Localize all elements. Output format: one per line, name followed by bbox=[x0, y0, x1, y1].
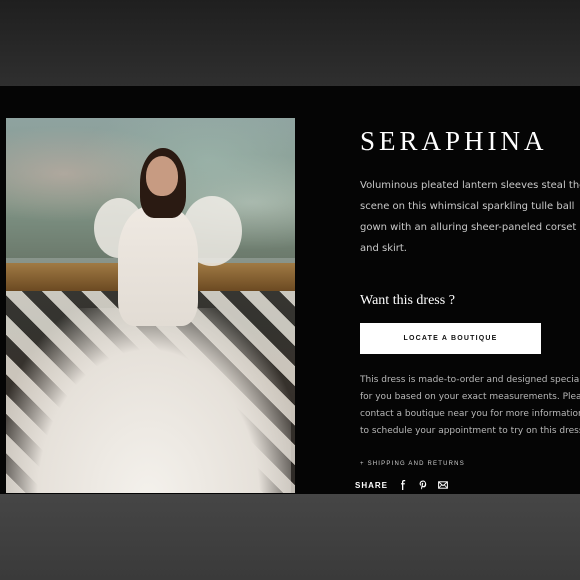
cta-prompt: Want this dress ? bbox=[360, 293, 455, 308]
shipping-returns-link[interactable]: + SHIPPING AND RETURNS bbox=[360, 461, 465, 467]
description-line: and skirt. bbox=[360, 243, 407, 254]
note-line: to schedule your appointment to try on t… bbox=[360, 426, 580, 436]
email-icon[interactable] bbox=[438, 480, 448, 490]
note-line: for you based on your exact measurements… bbox=[360, 392, 580, 402]
gown-skirt bbox=[6, 308, 291, 493]
note-line: contact a boutique near you for more inf… bbox=[360, 409, 580, 419]
description-line: scene on this whimsical sparkling tulle … bbox=[360, 201, 575, 212]
product-info: SERAPHINA Voluminous pleated lantern sle… bbox=[355, 86, 580, 494]
made-to-order-note: This dress is made-to-order and designed… bbox=[360, 372, 580, 440]
description-line: Voluminous pleated lantern sleeves steal… bbox=[360, 180, 580, 191]
note-line: This dress is made-to-order and designed… bbox=[360, 375, 580, 385]
gown-bodice bbox=[118, 206, 198, 326]
share-label: SHARE bbox=[355, 480, 389, 490]
locate-boutique-button[interactable]: LOCATE A BOUTIQUE bbox=[360, 323, 541, 354]
pinterest-icon[interactable] bbox=[418, 480, 428, 490]
model-head bbox=[146, 156, 178, 196]
product-title: SERAPHINA bbox=[360, 126, 548, 156]
product-screen: SERAPHINA Voluminous pleated lantern sle… bbox=[0, 86, 580, 494]
product-description: Voluminous pleated lantern sleeves steal… bbox=[360, 175, 580, 259]
description-line: gown with an alluring sheer-paneled cors… bbox=[360, 222, 577, 233]
share-bar: SHARE bbox=[355, 480, 448, 490]
product-photo bbox=[6, 118, 295, 493]
facebook-icon[interactable] bbox=[398, 480, 408, 490]
